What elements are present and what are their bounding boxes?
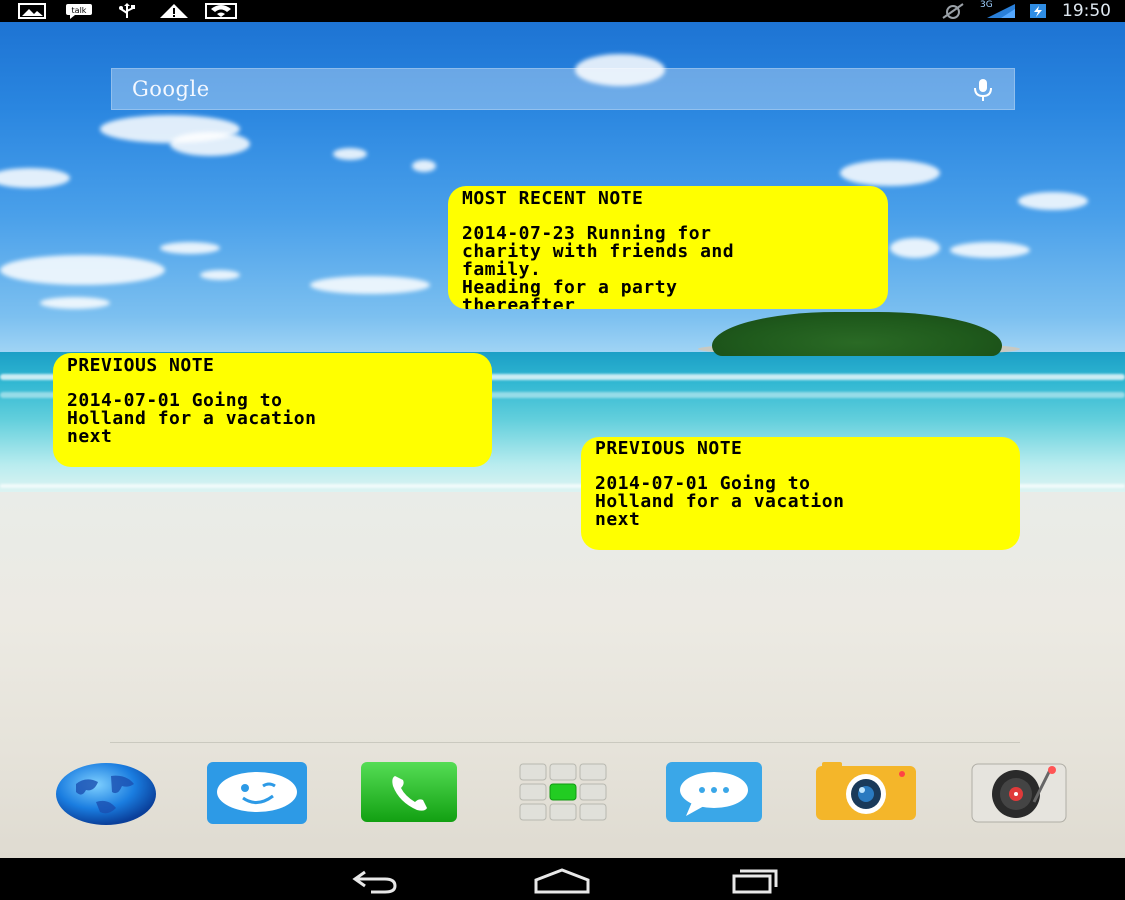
messaging-icon[interactable]: [666, 762, 766, 826]
cloud: [170, 132, 250, 156]
home-icon[interactable]: [532, 866, 592, 894]
note-title: MOST RECENT NOTE: [462, 188, 644, 209]
note-widget-most-recent[interactable]: MOST RECENT NOTE 2014-07-23 Running for …: [448, 186, 888, 309]
back-icon[interactable]: [345, 866, 405, 894]
cloud: [160, 242, 220, 254]
dock-divider: [110, 742, 1020, 743]
note-title: PREVIOUS NOTE: [67, 355, 215, 376]
google-logo: Google: [132, 77, 210, 101]
chat-app-icon[interactable]: [207, 762, 307, 826]
note-body: 2014-07-01 Going to Holland for a vacati…: [595, 473, 845, 530]
cloud: [310, 276, 430, 294]
note-body: 2014-07-23 Running for charity with frie…: [462, 223, 735, 310]
battery-charging-icon: [1030, 4, 1046, 18]
cloud: [40, 297, 110, 309]
warning-icon: [160, 4, 188, 18]
phone-icon[interactable]: [361, 762, 461, 826]
signal-icon: [987, 4, 1015, 18]
camera-icon[interactable]: [816, 762, 916, 826]
wifi-icon: [205, 3, 237, 19]
microphone-icon[interactable]: [972, 78, 994, 102]
globe-browser-icon[interactable]: [56, 762, 156, 826]
recent-apps-icon[interactable]: [720, 866, 780, 894]
cloud: [840, 160, 940, 186]
cloud: [890, 238, 940, 258]
cloud: [412, 160, 436, 172]
note-widget-previous[interactable]: PREVIOUS NOTE 2014-07-01 Going to Hollan…: [581, 437, 1020, 550]
cloud: [333, 148, 367, 160]
music-player-icon[interactable]: [970, 762, 1070, 826]
note-widget-previous[interactable]: PREVIOUS NOTE 2014-07-01 Going to Hollan…: [53, 353, 492, 467]
navigation-bar: [0, 858, 1125, 900]
google-search-bar[interactable]: Google: [111, 68, 1015, 110]
clock: 19:50: [1062, 1, 1111, 21]
cloud: [200, 270, 240, 280]
usb-icon: [119, 3, 135, 18]
talk-icon: talk: [66, 4, 92, 19]
picture-icon: [18, 3, 46, 19]
app-drawer-icon[interactable]: [518, 762, 618, 826]
note-body: 2014-07-01 Going to Holland for a vacati…: [67, 390, 317, 447]
svg-text:talk: talk: [72, 6, 87, 15]
status-bar: talk 3G 19:50: [0, 0, 1125, 22]
cloud: [0, 255, 165, 285]
cloud: [950, 242, 1030, 258]
note-title: PREVIOUS NOTE: [595, 438, 743, 459]
cloud: [1018, 192, 1088, 210]
no-alarm-icon: [942, 3, 964, 19]
